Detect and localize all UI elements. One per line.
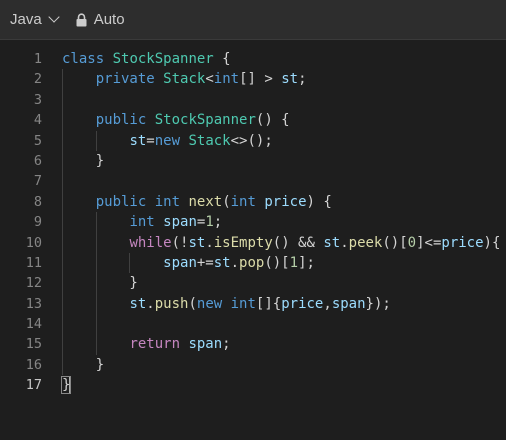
editor-toolbar: Java Auto — [0, 0, 506, 40]
code-line[interactable]: 17} — [0, 375, 506, 395]
code-line[interactable]: 1 class StockSpanner { — [0, 49, 506, 69]
mode-indicator[interactable]: Auto — [76, 11, 125, 28]
code-text[interactable]: } — [42, 354, 104, 376]
code-text[interactable]: public int next(int price) { — [42, 191, 332, 213]
indent-guide — [62, 171, 63, 192]
code-line[interactable]: 12 } — [0, 273, 506, 294]
indent-guide — [62, 212, 63, 233]
code-line[interactable]: 4 public StockSpanner() { — [0, 110, 506, 131]
indent-guide — [62, 334, 63, 355]
code-text[interactable]: } — [42, 150, 104, 172]
indent-guide — [62, 232, 63, 253]
line-number: 11 — [25, 254, 42, 271]
indent-guide — [95, 273, 97, 294]
line-number: 13 — [25, 295, 42, 312]
line-number: 2 — [33, 71, 42, 88]
indent-guide — [62, 293, 63, 315]
indent-guide — [95, 130, 97, 151]
language-selector[interactable]: Java — [10, 11, 60, 28]
line-number: 3 — [33, 91, 42, 108]
code-text[interactable]: while(!st.isEmpty() && st.peek()[0]<=pri… — [42, 232, 500, 253]
code-line[interactable]: 11 span+=st.pop()[1]; — [0, 252, 506, 274]
code-line[interactable]: 15 return span; — [0, 334, 506, 355]
indent-guide — [62, 150, 63, 172]
code-text[interactable]: int span=1; — [42, 212, 222, 233]
indent-guide — [95, 212, 97, 233]
code-line[interactable]: 3 — [0, 89, 506, 111]
line-number: 1 — [33, 51, 42, 67]
code-text[interactable]: return span; — [42, 334, 231, 355]
code-text[interactable]: public StockSpanner() { — [42, 110, 290, 131]
indent-guide — [62, 354, 63, 376]
indent-guide — [62, 273, 63, 294]
code-text[interactable]: class StockSpanner { — [42, 49, 231, 69]
code-line[interactable]: 9 int span=1; — [0, 212, 506, 233]
indent-guide — [62, 191, 63, 213]
line-number: 10 — [25, 234, 42, 251]
line-number: 5 — [33, 132, 42, 149]
code-line[interactable]: 5 st=new Stack<>(); — [0, 130, 506, 151]
line-number: 16 — [25, 356, 42, 373]
code-line[interactable]: 13 st.push(new int[]{price,span}); — [0, 293, 506, 315]
code-text[interactable]: st.push(new int[]{price,span}); — [42, 293, 391, 315]
indent-guide — [95, 314, 97, 335]
code-line[interactable]: 16 } — [0, 354, 506, 376]
line-number: 7 — [33, 173, 42, 190]
line-number: 6 — [33, 152, 42, 169]
code-line[interactable]: 10 while(!st.isEmpty() && st.peek()[0]<=… — [0, 232, 506, 253]
code-text[interactable] — [42, 89, 63, 111]
line-number: 12 — [25, 275, 42, 292]
indent-guide — [62, 130, 63, 151]
code-text[interactable]: } — [42, 273, 138, 294]
line-number: 14 — [25, 316, 42, 333]
line-number: 17 — [25, 377, 42, 394]
code-text[interactable]: private Stack<int[] > st; — [42, 69, 307, 90]
code-line[interactable]: 8 public int next(int price) { — [0, 191, 506, 213]
code-text[interactable] — [42, 314, 97, 335]
code-editor[interactable]: Java Auto 1 class StockSpanner {2 private… — [0, 0, 506, 440]
indent-guide — [95, 293, 97, 315]
code-line[interactable]: 14 — [0, 314, 506, 335]
code-text[interactable]: } — [42, 375, 72, 395]
indent-guide — [62, 314, 63, 335]
indent-guide — [129, 252, 131, 274]
code-line[interactable]: 7 — [0, 171, 506, 192]
indent-guide — [95, 232, 97, 253]
indent-guide — [62, 89, 63, 111]
code-line[interactable]: 6 } — [0, 150, 506, 172]
indent-guide — [62, 252, 63, 274]
line-number: 4 — [33, 112, 42, 129]
code-line[interactable]: 2 private Stack<int[] > st; — [0, 69, 506, 90]
indent-guide — [62, 110, 63, 131]
indent-guide — [95, 334, 97, 355]
line-number: 8 — [33, 193, 42, 210]
code-text[interactable]: st=new Stack<>(); — [42, 130, 273, 151]
lock-icon — [76, 12, 87, 26]
indent-guide — [95, 252, 97, 274]
line-number: 15 — [25, 336, 42, 353]
code-text[interactable]: span+=st.pop()[1]; — [42, 252, 315, 274]
code-area[interactable]: 1 class StockSpanner {2 private Stack<int… — [0, 40, 506, 396]
indent-guide — [62, 69, 63, 90]
line-number: 9 — [33, 214, 42, 231]
code-text[interactable] — [42, 171, 63, 192]
mode-label: Auto — [93, 11, 125, 28]
chevron-down-icon — [48, 11, 60, 23]
language-label: Java — [10, 11, 42, 28]
